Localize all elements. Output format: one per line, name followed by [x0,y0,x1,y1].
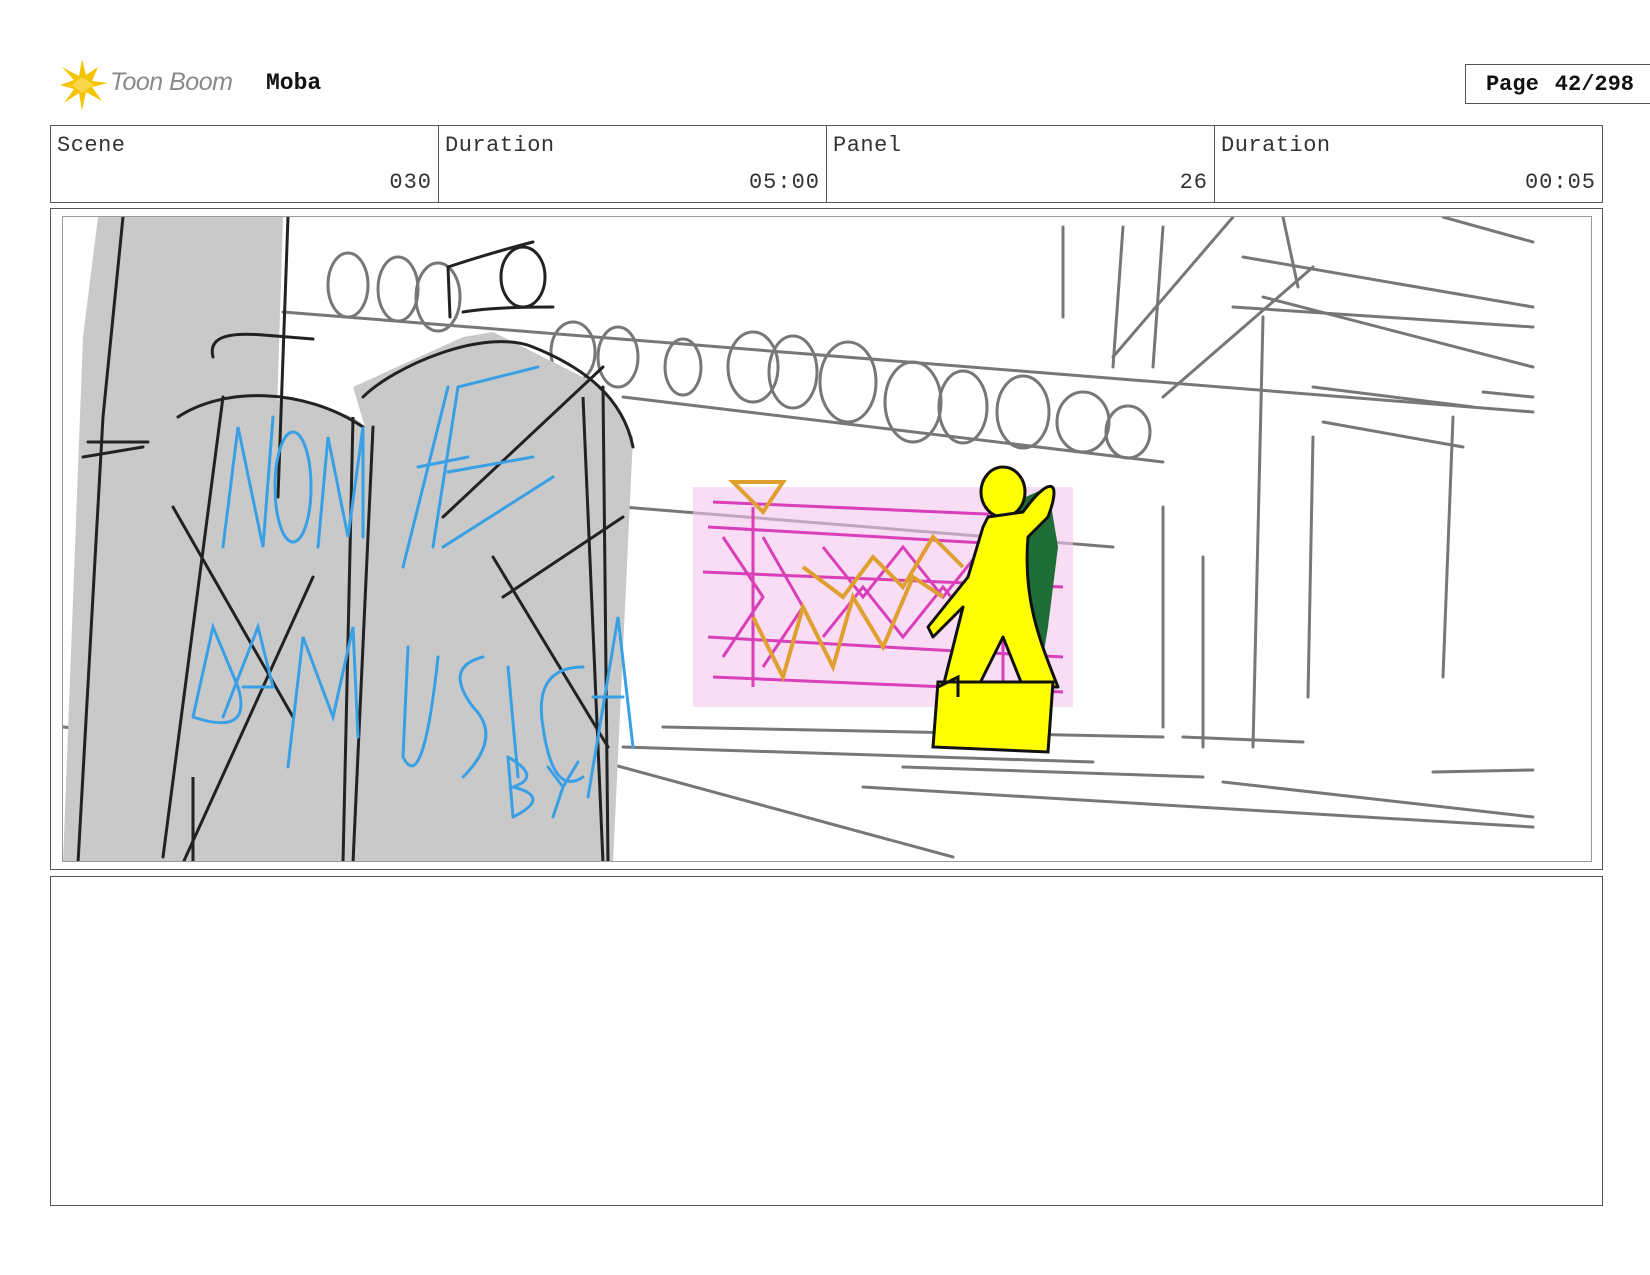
panel-cell: Panel 26 [827,126,1215,202]
toon-boom-logo: Toon Boom [52,55,252,115]
panel-notes [50,876,1603,1206]
scene-duration-label: Duration [445,133,555,158]
scene-cell: Scene 030 [51,126,439,202]
page-value: 42/298 [1554,71,1635,97]
starburst-icon [60,59,108,111]
panel-duration-label: Duration [1221,133,1331,158]
header: Toon Boom Moba Page 42/298 [52,55,1650,115]
project-name: Moba [266,70,322,96]
storyboard-panel [50,208,1603,870]
scene-info-row: Scene 030 Duration 05:00 Panel 26 Durati… [50,125,1603,203]
scene-duration-value: 05:00 [748,170,820,195]
panel-duration-value: 00:05 [1524,170,1596,195]
page-label: Page [1485,71,1539,97]
page-counter: Page 42/298 [1465,64,1650,104]
panel-drawing-area [62,216,1592,862]
panel-duration-cell: Duration 00:05 [1215,126,1602,202]
panel-value: 26 [1179,170,1208,195]
panel-label: Panel [833,133,902,158]
scene-label: Scene [57,133,126,158]
scene-duration-cell: Duration 05:00 [439,126,827,202]
sketch-drawing [63,217,1535,861]
logo-text: Toon Boom [110,68,233,96]
gas-tanks [63,217,633,861]
scene-value: 030 [389,170,432,195]
